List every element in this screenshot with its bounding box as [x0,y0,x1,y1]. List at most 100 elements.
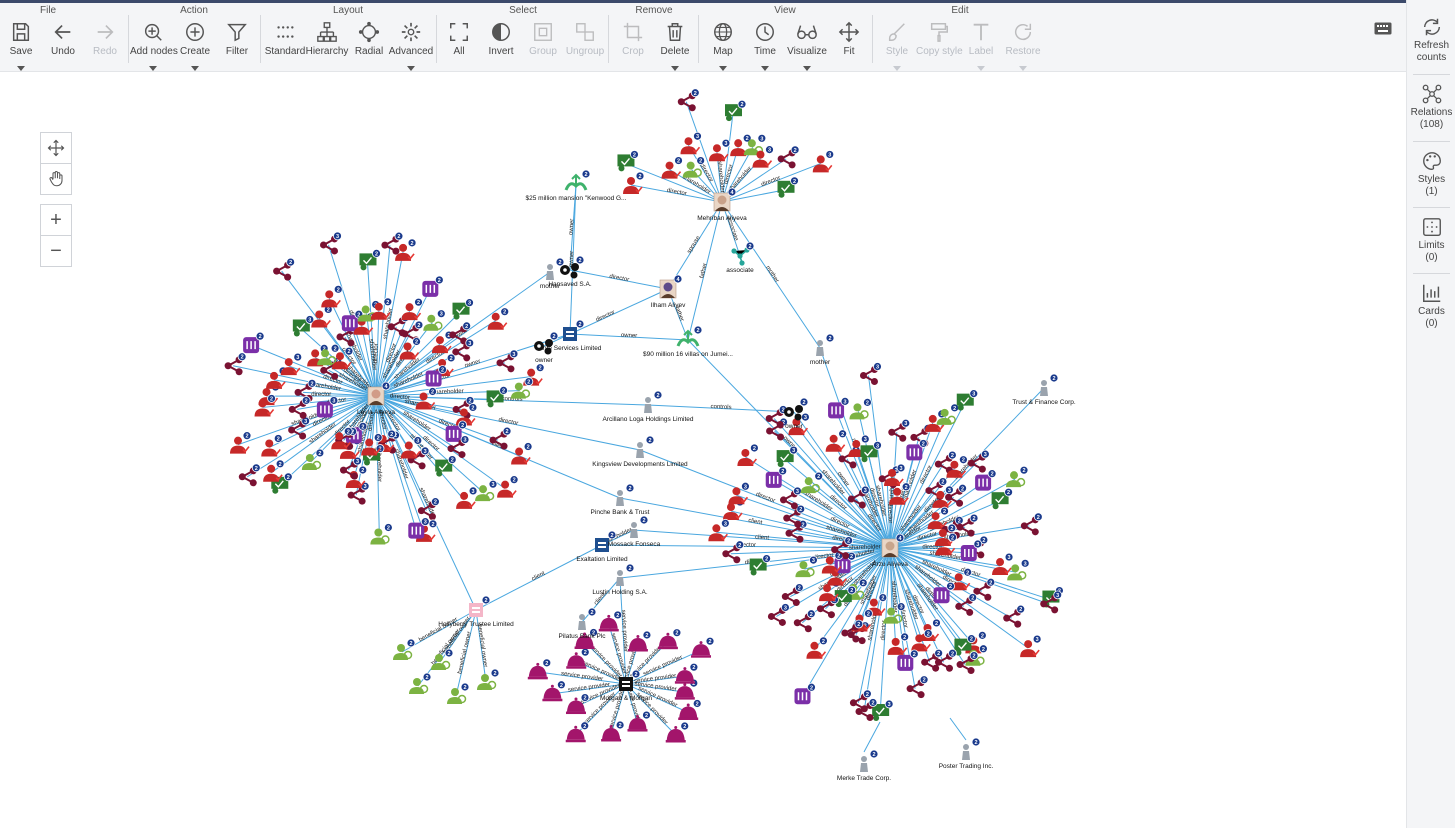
client-icon[interactable] [316,401,333,418]
restore-dropdown-caret[interactable] [1019,66,1027,71]
advanced-dropdown-caret[interactable] [407,66,415,71]
copy-style-button[interactable]: Copy style [916,21,963,69]
redo-button[interactable]: Redo [82,21,128,69]
pan-move-button[interactable] [41,133,71,164]
client-icon[interactable] [422,280,439,297]
delete-button[interactable]: Delete [652,21,698,71]
company-logo-icon[interactable] [619,677,633,691]
move-arrows-icon [838,21,860,43]
count-badge-number: 2 [417,300,420,306]
client-icon[interactable] [408,522,425,539]
time-button[interactable]: Time [742,21,788,71]
time-dropdown-caret[interactable] [761,66,769,71]
visualize-button[interactable]: Visualize [784,21,830,71]
add-nodes-dropdown-caret[interactable] [149,66,157,71]
limits-button[interactable]: Limits (0) [1407,216,1455,264]
relation-edge[interactable] [949,717,967,741]
network-graph-canvas[interactable]: director shareholder director shareholder di… [0,72,1406,828]
client-icon[interactable] [933,587,950,604]
crop-button[interactable]: Crop [610,21,656,69]
edge-label: shareholder [402,410,432,432]
map-button[interactable]: Map [700,21,746,71]
count-badge-number: 2 [461,423,464,429]
delete-dropdown-caret[interactable] [671,66,679,71]
person-silhouette-icon[interactable] [616,570,624,586]
person-silhouette-icon[interactable] [578,614,586,630]
client-icon[interactable] [960,545,977,562]
client-icon[interactable] [341,315,358,332]
person-silhouette-icon[interactable] [644,397,652,413]
count-badge-number: 2 [949,584,952,590]
restore-button[interactable]: Restore [1000,21,1046,71]
map-dropdown-caret[interactable] [719,66,727,71]
brush-icon [888,23,905,41]
property-asset-icon[interactable] [564,173,588,191]
undo-button[interactable]: Undo [40,21,86,69]
edge-label: director [666,188,687,198]
client-icon[interactable] [975,474,992,491]
select-all-button[interactable]: All [436,21,482,69]
client-icon[interactable] [906,444,923,461]
add-nodes-button-label: Add nodes [130,46,178,57]
style-button[interactable]: Style [874,21,920,71]
person-silhouette-icon[interactable] [816,340,824,356]
group-button[interactable]: Group [520,21,566,69]
organization-gears-icon[interactable] [534,339,553,355]
count-badge-number: 2 [245,434,248,440]
count-badge-number: 2 [387,525,390,531]
person-silhouette-icon[interactable] [630,522,638,538]
person-photo-icon[interactable] [713,192,731,212]
person-silhouette-icon[interactable] [616,490,624,506]
person-silhouette-icon[interactable] [636,442,644,458]
client-icon[interactable] [243,337,260,354]
add-nodes-button[interactable]: Add nodes [130,21,178,71]
visualize-dropdown-caret[interactable] [803,66,811,71]
right-sidebar: Refresh counts Relations (108) Styles (1… [1406,0,1455,828]
property-asset-icon[interactable] [676,329,700,347]
invert-selection-button[interactable]: Invert [478,21,524,69]
client-icon[interactable] [445,425,462,442]
relation-edge[interactable] [863,721,881,753]
keyboard-icon[interactable] [1374,22,1392,35]
person-photo-icon[interactable] [659,279,677,299]
hand-drag-button[interactable] [41,164,71,194]
person-silhouette-icon[interactable] [546,264,554,280]
refresh-counts-button[interactable]: Refresh counts [1407,16,1455,64]
zoom-out-button[interactable]: − [41,236,71,266]
count-badge-number: 3 [864,437,867,443]
label-dropdown-caret[interactable] [977,66,985,71]
associate-network-icon[interactable] [731,247,750,266]
relations-button[interactable]: Relations (108) [1407,83,1455,131]
company-logo-icon[interactable] [469,603,483,617]
client-icon[interactable] [794,688,811,705]
count-badge-number: 3 [424,449,427,455]
ungroup-button[interactable]: Ungroup [562,21,608,69]
toolbar-separator [260,15,261,63]
client-icon[interactable] [425,370,442,387]
styles-button[interactable]: Styles (1) [1407,150,1455,198]
save-dropdown-caret[interactable] [17,66,25,71]
client-icon[interactable] [765,471,782,488]
fit-button[interactable]: Fit [826,21,872,69]
advanced-layout-button[interactable]: Advanced [388,21,434,71]
label-button[interactable]: Label [958,21,1004,71]
filter-button[interactable]: Filter [214,21,260,69]
create-dropdown-caret[interactable] [191,66,199,71]
style-dropdown-caret[interactable] [893,66,901,71]
person-silhouette-icon[interactable] [1040,380,1048,396]
company-logo-icon[interactable] [563,327,577,341]
client-icon[interactable] [897,654,914,671]
save-button[interactable]: Save [0,21,44,71]
client-icon[interactable] [828,402,845,419]
person-silhouette-icon[interactable] [860,756,868,772]
hierarchy-layout-button[interactable]: Hierarchy [304,21,350,69]
person-photo-icon[interactable] [881,538,899,558]
count-badge-number: 2 [347,349,350,355]
create-button[interactable]: Create [172,21,218,71]
cards-button[interactable]: Cards (0) [1407,282,1455,330]
zoom-in-button[interactable]: + [41,205,71,236]
standard-layout-button[interactable]: Standard [262,21,308,69]
radial-layout-button[interactable]: Radial [346,21,392,69]
person-silhouette-icon[interactable] [962,744,970,760]
person-photo-icon[interactable] [367,386,385,406]
